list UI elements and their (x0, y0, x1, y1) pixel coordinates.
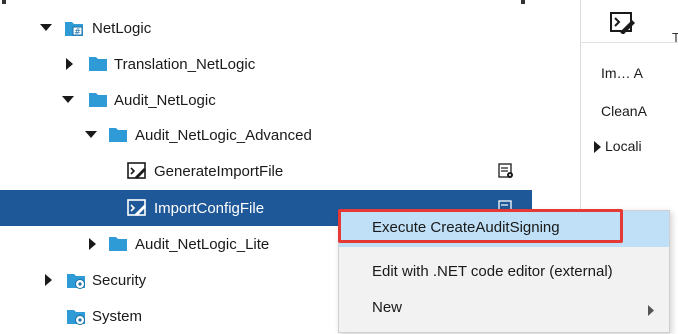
caret-down-icon[interactable] (84, 128, 98, 142)
caret-right-icon[interactable] (63, 57, 77, 71)
caret-down-icon[interactable] (61, 93, 75, 107)
folder-icon (88, 55, 108, 73)
caret-right-icon[interactable] (42, 273, 56, 287)
tree-item-label: Audit_NetLogic_Lite (135, 235, 270, 253)
scroll-marker (2, 0, 6, 4)
tree-item-label: Audit_NetLogic (114, 91, 216, 109)
svg-text:#: # (74, 27, 81, 36)
tree-item-generateimportfile[interactable]: GenerateImportFile (0, 153, 532, 189)
tree-item-label: NetLogic (92, 19, 152, 37)
tree-item-label: ImportConfigFile (154, 199, 265, 217)
context-menu: Execute CreateAuditSigning Edit with .NE… (338, 210, 670, 333)
netlogic-script-icon (127, 162, 147, 180)
netlogic-script-icon (610, 12, 636, 38)
scroll-marker (521, 0, 525, 4)
tree-item-label: GenerateImportFile (154, 162, 284, 180)
menu-item-label: New (372, 299, 403, 316)
caret-down-icon[interactable] (39, 21, 53, 35)
submenu-arrow-icon (648, 303, 655, 320)
folder-icon (108, 126, 128, 144)
tree-item-audit-netlogic-advanced[interactable]: Audit_NetLogic_Advanced (0, 117, 532, 153)
menu-item-execute-createauditsigning[interactable]: Execute CreateAuditSigning (339, 211, 669, 247)
tree-item-label: Audit_NetLogic_Advanced (135, 126, 312, 144)
folder-icon (108, 235, 128, 253)
script-settings-icon[interactable] (497, 162, 515, 180)
menu-item-label: Edit with .NET code editor (external) (372, 263, 613, 280)
caret-right-icon[interactable] (591, 140, 605, 154)
netlogic-folder-icon: # (64, 19, 84, 37)
security-folder-icon (66, 271, 86, 289)
panel-row-label: Im… A (601, 65, 644, 81)
menu-item-new[interactable]: New (339, 291, 669, 327)
netlogic-script-icon (127, 199, 147, 217)
tree-item-netlogic[interactable]: # NetLogic (0, 10, 532, 46)
tree-item-audit-netlogic[interactable]: Audit_NetLogic (0, 82, 532, 118)
panel-row[interactable]: CleanA (581, 96, 678, 126)
tree-top-edge (0, 0, 560, 8)
panel-header-title: T (672, 30, 678, 45)
menu-item-label: Execute CreateAuditSigning (372, 219, 560, 236)
folder-icon (88, 91, 108, 109)
tree-item-label: System (92, 307, 143, 325)
tree-item-translation-netlogic[interactable]: Translation_NetLogic (0, 46, 532, 82)
panel-row[interactable]: Im… A (581, 58, 678, 88)
panel-header: T (581, 0, 678, 45)
menu-item-edit-with-dotnet-editor[interactable]: Edit with .NET code editor (external) (339, 255, 669, 291)
panel-row[interactable]: Locali (581, 131, 678, 161)
tree-item-label: Security (92, 271, 147, 289)
panel-row-label: Locali (605, 138, 642, 154)
tree-item-label: Translation_NetLogic (114, 55, 256, 73)
caret-right-icon[interactable] (86, 237, 100, 251)
panel-row-label: CleanA (601, 103, 647, 119)
system-folder-icon (66, 307, 86, 325)
